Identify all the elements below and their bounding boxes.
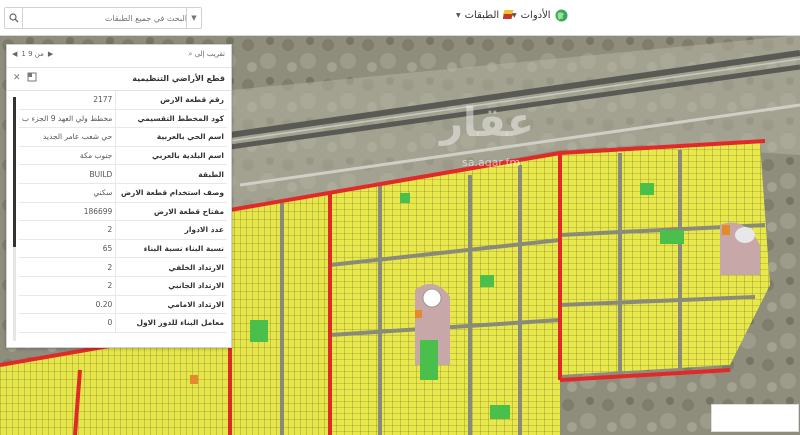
attributes-table: رقم قطعة الارض 2177 كود المخطط التقسيمي مخ… xyxy=(19,91,227,333)
table-row: كود المخطط التقسيمي مخطط ولي العهد 9 الجز… xyxy=(19,109,227,129)
attr-value: 0.20 xyxy=(19,295,116,315)
zoom-to-link[interactable]: تقريب إلى ⌕ xyxy=(189,50,225,59)
pager-text: 1 من 9 xyxy=(21,50,44,58)
table-row: اسم الحي بالعربية حي شعب عامر الجديد xyxy=(19,127,227,147)
attr-value: مخطط ولي العهد 9 الجزء ب xyxy=(19,109,116,129)
attr-value: 0 xyxy=(19,313,116,333)
layers-menu[interactable]: ▼ الطبقات xyxy=(456,9,517,21)
attr-label: مفتاح قطعة الارض xyxy=(115,202,227,222)
search-icon: ⌕ xyxy=(188,50,193,58)
attr-label: معامل البناء للدور الاول xyxy=(115,313,227,333)
panel-header: ◀ 1 من 9 ▶ تقريب إلى ⌕ xyxy=(7,45,231,68)
attr-label: كود المخطط التقسيمي xyxy=(115,109,227,129)
tools-menu[interactable]: ▼ الأدوات xyxy=(512,9,568,22)
panel-title: قطع الأراضي التنظيمية xyxy=(132,74,225,83)
caret-icon: ▼ xyxy=(456,11,461,19)
globe-icon xyxy=(555,9,568,22)
attr-label: الطبقة xyxy=(115,164,227,184)
table-row: مفتاح قطعة الارض 186699 xyxy=(19,202,227,222)
attr-value: 2 xyxy=(19,257,116,277)
top-toolbar: ▼ ▼ الطبقات ▼ الأدوات xyxy=(0,0,800,36)
attr-value: 2 xyxy=(19,276,116,296)
attr-label: عدد الادوار xyxy=(115,220,227,240)
attr-value: حي شعب عامر الجديد xyxy=(19,127,116,147)
table-row: نسبة البناء نسبة البناء 65 xyxy=(19,239,227,259)
table-row: عدد الادوار 2 xyxy=(19,220,227,240)
panel-scrollbar-thumb[interactable] xyxy=(13,97,16,247)
table-row: اسم البلدية بالعربي جنوب مكة xyxy=(19,146,227,166)
map-controls xyxy=(711,404,799,432)
table-row: الطبقة BUILD xyxy=(19,164,227,184)
close-icon[interactable]: ✕ xyxy=(13,73,21,83)
table-row: الارتداد الامامي 0.20 xyxy=(19,295,227,315)
watermark-site: sa.aqar.fm xyxy=(462,156,521,169)
tools-label: الأدوات xyxy=(520,10,551,21)
layers-label: الطبقات xyxy=(464,9,500,21)
attr-label: رقم قطعة الارض xyxy=(115,91,227,110)
caret-icon: ▼ xyxy=(512,12,517,19)
attr-value: 186699 xyxy=(19,202,116,222)
attr-value: BUILD xyxy=(19,164,116,184)
attr-label: اسم البلدية بالعربي xyxy=(115,146,227,166)
attr-label: الارتداد الجانبي xyxy=(115,276,227,296)
table-row: الارتداد الخلفي 2 xyxy=(19,257,227,277)
table-row: وصف استخدام قطعة الارض سكني xyxy=(19,183,227,203)
panel-title-row: ✕ قطع الأراضي التنظيمية xyxy=(7,68,231,91)
search-input[interactable] xyxy=(23,8,191,28)
search-box: ▼ xyxy=(4,7,202,29)
next-feature-button[interactable]: ▶ xyxy=(48,50,53,58)
attr-label: الارتداد الخلفي xyxy=(115,257,227,277)
attr-value: جنوب مكة xyxy=(19,146,116,166)
chevron-down-icon: ▼ xyxy=(191,14,197,22)
search-icon xyxy=(8,13,18,23)
attr-label: وصف استخدام قطعة الارض xyxy=(115,183,227,203)
attr-label: الارتداد الامامي xyxy=(115,295,227,315)
table-row: رقم قطعة الارض 2177 xyxy=(19,91,227,110)
attr-value: سكني xyxy=(19,183,116,203)
prev-feature-button[interactable]: ◀ xyxy=(12,50,17,58)
attr-label: نسبة البناء نسبة البناء xyxy=(115,239,227,259)
search-layer-dropdown[interactable]: ▼ xyxy=(186,8,201,28)
attr-value: 65 xyxy=(19,239,116,259)
search-button[interactable] xyxy=(5,8,23,28)
dock-icon[interactable] xyxy=(27,72,37,82)
attr-value: 2177 xyxy=(19,91,116,110)
attr-value: 2 xyxy=(19,220,116,240)
table-row: معامل البناء للدور الاول 0 xyxy=(19,313,227,333)
attr-label: اسم الحي بالعربية xyxy=(115,127,227,147)
zoom-to-label: تقريب إلى xyxy=(194,50,225,58)
feature-info-panel: ◀ 1 من 9 ▶ تقريب إلى ⌕ ✕ قطع الأراضي الت… xyxy=(6,44,232,348)
watermark-logo: عقار xyxy=(440,100,535,146)
table-row: الارتداد الجانبي 2 xyxy=(19,276,227,296)
feature-pager: ◀ 1 من 9 ▶ xyxy=(12,50,53,58)
